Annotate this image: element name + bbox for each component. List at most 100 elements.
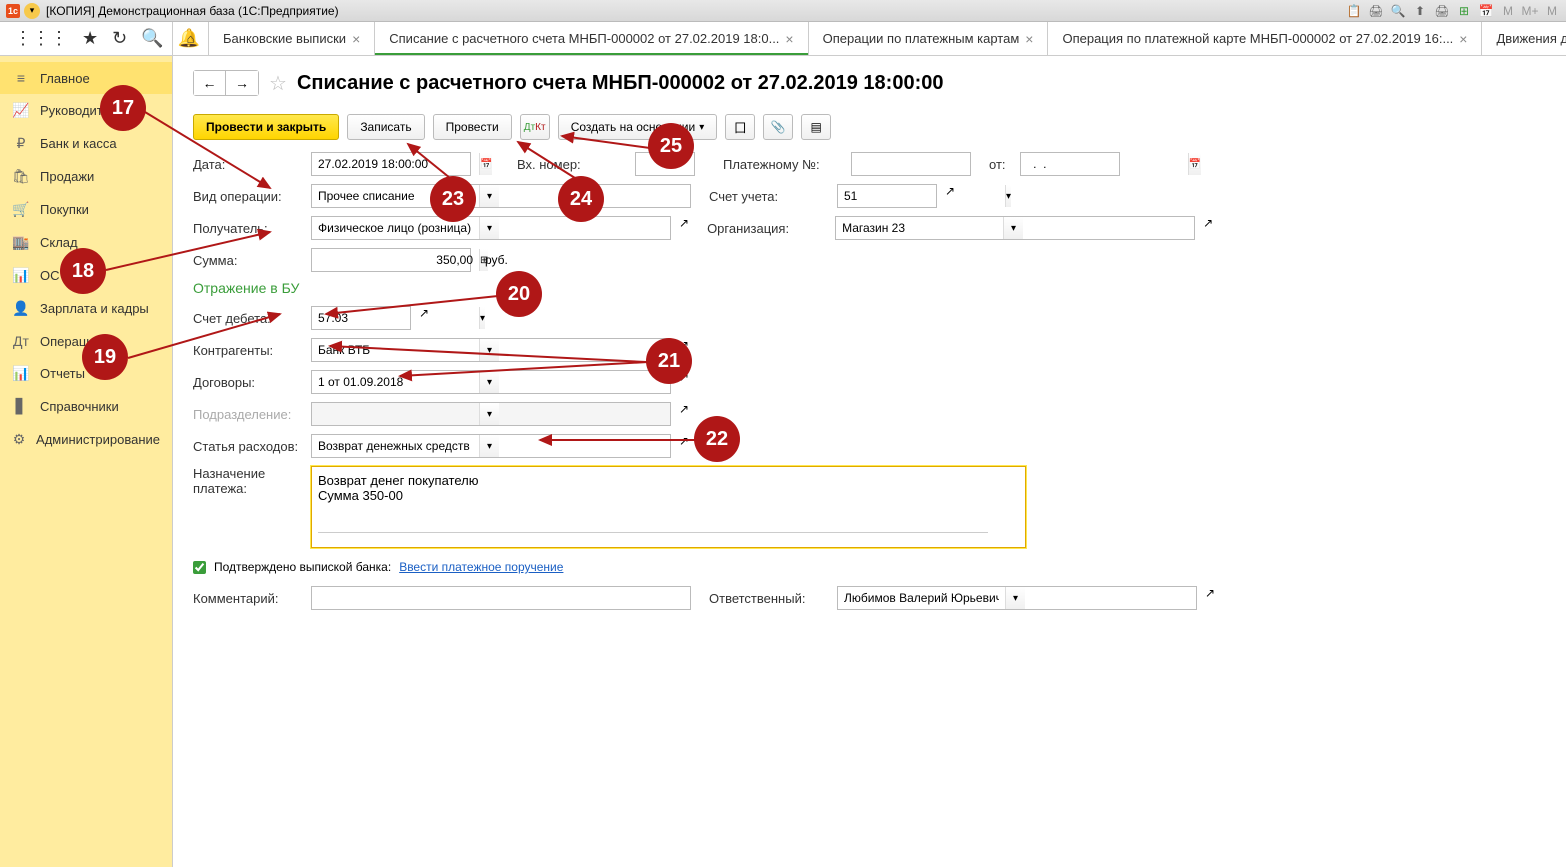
sidebar-item-salary[interactable]: 👤Зарплата и кадры — [0, 292, 172, 325]
system-tray: 📋 🖨 🔍 ⬆ 🖨 ⊞ 📅 M M+ M — [1346, 3, 1560, 19]
close-icon[interactable]: × — [785, 31, 793, 47]
person-icon: 👤 — [12, 300, 30, 317]
window-title: [КОПИЯ] Демонстрационная база (1С:Предпр… — [46, 4, 339, 18]
cart-icon: 🛒 — [12, 201, 30, 218]
debit-label: Счет дебета: — [193, 311, 303, 326]
dtKt-button[interactable]: ДтКт — [520, 114, 550, 140]
tray-icon[interactable]: ⬆ — [1412, 3, 1428, 19]
home-tab[interactable]: ⌂ — [173, 22, 209, 55]
back-button[interactable]: ← — [194, 71, 226, 95]
tray-letter[interactable]: M+ — [1522, 3, 1538, 19]
tab-bank-statements[interactable]: Банковские выписки× — [209, 22, 375, 55]
tab-movements[interactable]: Движения докум — [1482, 22, 1566, 55]
book-icon: ▋ — [12, 398, 30, 415]
tray-icon[interactable]: 🖨 — [1434, 3, 1450, 19]
open-icon[interactable]: ↗ — [679, 434, 689, 458]
calendar-icon[interactable]: 📅 — [479, 153, 492, 175]
tray-icon[interactable]: 🖨 — [1368, 3, 1384, 19]
tray-icon[interactable]: 📋 — [1346, 3, 1362, 19]
open-icon[interactable]: ↗ — [1205, 586, 1215, 610]
dropdown-icon[interactable]: ▾ — [479, 185, 499, 207]
sidebar-item-main[interactable]: ≡Главное — [0, 62, 172, 94]
search-icon[interactable]: 🔍 — [141, 28, 163, 49]
sidebar-item-catalogs[interactable]: ▋Справочники — [0, 390, 172, 423]
responsible-input[interactable] — [838, 587, 1005, 609]
section-bu-title: Отражение в БУ — [193, 280, 1546, 296]
payment-num-label: Платежному №: — [723, 157, 843, 172]
bag-icon: 🛍 — [12, 168, 30, 185]
annotation-25: 25 — [648, 123, 694, 169]
enter-payment-order-link[interactable]: Ввести платежное поручение — [399, 560, 563, 574]
contractor-input[interactable] — [312, 339, 479, 361]
ruble-icon: ₽ — [12, 135, 30, 152]
button-bar: Провести и закрыть Записать Провести ДтК… — [193, 114, 1546, 140]
dropdown-icon[interactable]: ▾ — [479, 307, 485, 329]
forward-button[interactable]: → — [226, 71, 258, 95]
close-icon[interactable]: × — [352, 31, 360, 47]
dropdown-icon[interactable]: ▾ — [1005, 185, 1011, 207]
attach-button[interactable]: 📎 — [763, 114, 793, 140]
tab-card-operations[interactable]: Операции по платежным картам× — [809, 22, 1049, 55]
history-icon[interactable]: ↻ — [112, 28, 127, 49]
sidebar-item-admin[interactable]: ⚙Администрирование — [0, 423, 172, 456]
expense-input-wrap: ▾ — [311, 434, 671, 458]
recipient-label: Получатель: — [193, 221, 303, 236]
payment-num-input[interactable] — [851, 152, 971, 176]
tab-card-operation-detail[interactable]: Операция по платежной карте МНБП-000002 … — [1048, 22, 1482, 55]
operation-input-wrap: ▾ — [311, 184, 691, 208]
account-input[interactable] — [838, 185, 1005, 207]
favorite-star-icon[interactable]: ☆ — [269, 71, 287, 96]
sidebar-item-manager[interactable]: 📈Руководителю — [0, 94, 172, 127]
tray-icon[interactable]: 📅 — [1478, 3, 1494, 19]
sidebar-item-sales[interactable]: 🛍Продажи — [0, 160, 172, 193]
building-icon: 🏬 — [12, 234, 30, 251]
sidebar-item-purchases[interactable]: 🛒Покупки — [0, 193, 172, 226]
currency-label: руб. — [485, 253, 508, 267]
list-button[interactable]: ▤ — [801, 114, 831, 140]
open-icon[interactable]: ↗ — [1203, 216, 1213, 240]
open-icon[interactable]: ↗ — [945, 184, 955, 208]
expense-label: Статья расходов: — [193, 439, 303, 454]
dropdown-icon[interactable]: ▾ — [479, 217, 499, 239]
open-icon[interactable]: ↗ — [679, 402, 689, 426]
structure-button[interactable]: 囗 — [725, 114, 755, 140]
star-icon[interactable]: ★ — [82, 28, 98, 49]
org-input[interactable] — [836, 217, 1003, 239]
apps-icon[interactable]: ⋮⋮⋮ — [14, 28, 68, 49]
inc-num-label: Вх. номер: — [517, 157, 627, 172]
tab-writeoff[interactable]: Списание с расчетного счета МНБП-000002 … — [375, 22, 808, 55]
save-button[interactable]: Записать — [347, 114, 424, 140]
chart-icon: 📈 — [12, 102, 30, 119]
dropdown-icon[interactable]: ▾ — [1003, 217, 1023, 239]
tray-letter[interactable]: M — [1544, 3, 1560, 19]
page-title: Списание с расчетного счета МНБП-000002 … — [297, 72, 944, 95]
expense-input[interactable] — [312, 435, 479, 457]
open-icon[interactable]: ↗ — [419, 306, 429, 330]
comment-input[interactable] — [311, 586, 691, 610]
confirmed-label: Подтверждено выпиской банка: — [214, 560, 391, 574]
nav-dropdown-icon[interactable]: ▾ — [24, 3, 40, 19]
dropdown-icon[interactable]: ▾ — [479, 371, 499, 393]
tray-letter[interactable]: M — [1500, 3, 1516, 19]
close-icon[interactable]: × — [1025, 31, 1033, 47]
sidebar-item-bank[interactable]: ₽Банк и касса — [0, 127, 172, 160]
confirmed-checkbox[interactable] — [193, 561, 206, 574]
dropdown-icon[interactable]: ▾ — [1005, 587, 1025, 609]
date-input[interactable] — [312, 153, 479, 175]
open-icon[interactable]: ↗ — [679, 216, 689, 240]
close-icon[interactable]: × — [1459, 31, 1467, 47]
post-button[interactable]: Провести — [433, 114, 512, 140]
create-based-button[interactable]: Создать на основании▾ — [558, 114, 718, 140]
tray-icon[interactable]: ⊞ — [1456, 3, 1472, 19]
dropdown-icon[interactable]: ▾ — [479, 435, 499, 457]
calendar-icon[interactable]: 📅 — [1188, 153, 1201, 175]
debit-input[interactable] — [312, 307, 479, 329]
contracts-input[interactable] — [312, 371, 479, 393]
responsible-input-wrap: ▾ — [837, 586, 1197, 610]
tray-icon[interactable]: 🔍 — [1390, 3, 1406, 19]
post-and-close-button[interactable]: Провести и закрыть — [193, 114, 339, 140]
purpose-textarea[interactable]: Возврат денег покупателю Сумма 350-00 — [311, 466, 1026, 548]
from-date-input[interactable] — [1021, 153, 1188, 175]
sum-input[interactable] — [312, 249, 479, 271]
dropdown-icon[interactable]: ▾ — [479, 339, 499, 361]
